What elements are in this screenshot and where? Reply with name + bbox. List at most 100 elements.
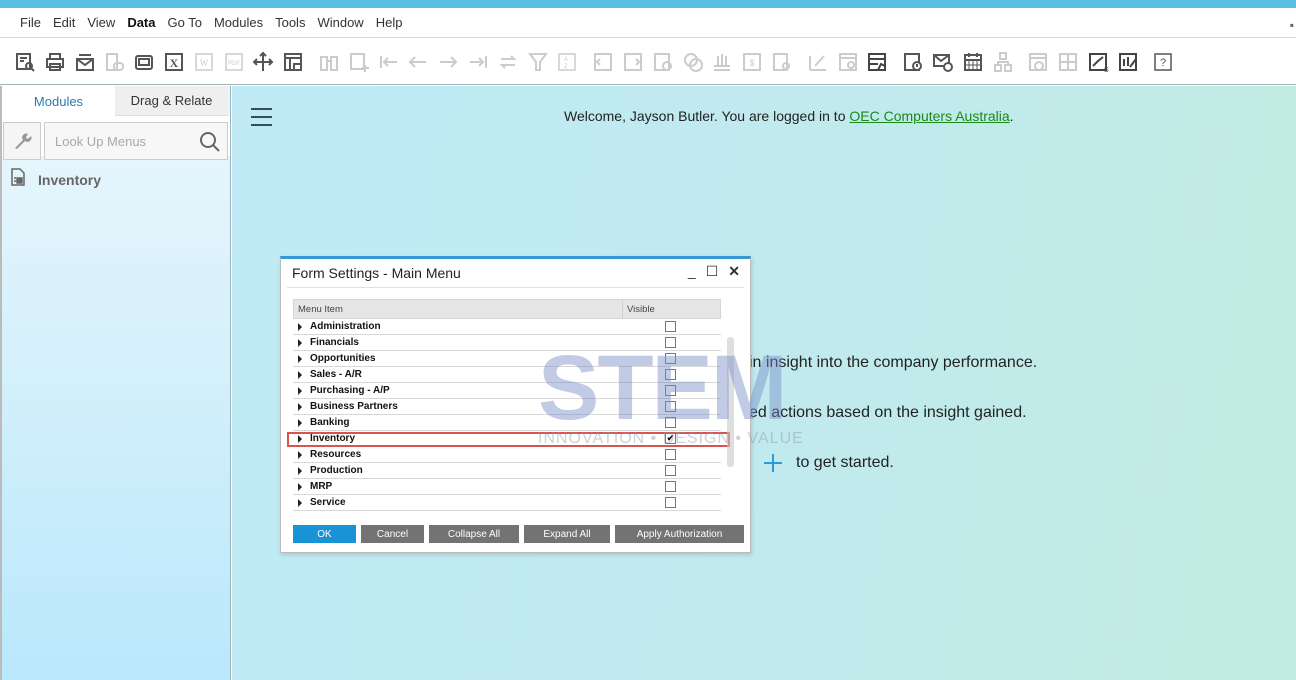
- expand-arrow-icon[interactable]: [298, 418, 302, 427]
- menu-help[interactable]: Help: [376, 15, 403, 30]
- preview-icon[interactable]: [14, 51, 36, 73]
- move-icon[interactable]: [252, 51, 274, 73]
- expand-arrow-icon[interactable]: [298, 434, 302, 443]
- ok-button[interactable]: OK: [293, 525, 356, 543]
- expand-arrow-icon[interactable]: [298, 482, 302, 491]
- minimize-icon[interactable]: _: [688, 263, 696, 280]
- wrench-icon[interactable]: [3, 122, 41, 160]
- org-chart-icon: [992, 51, 1014, 73]
- menu-file[interactable]: File: [20, 15, 41, 30]
- dialog-title: Form Settings - Main Menu: [292, 265, 461, 281]
- intro-line-1: in insight into the company performance.: [749, 354, 1038, 371]
- menu-item-row[interactable]: Administration: [293, 319, 721, 335]
- menu-item-row[interactable]: Resources: [293, 447, 721, 463]
- menu-item-row[interactable]: Purchasing - A/P: [293, 383, 721, 399]
- menu-item-row[interactable]: MRP: [293, 479, 721, 495]
- menu-item-row[interactable]: Opportunities: [293, 351, 721, 367]
- expand-arrow-icon[interactable]: [298, 338, 302, 347]
- company-link[interactable]: OEC Computers Australia: [849, 108, 1009, 124]
- sms-icon: [103, 51, 125, 73]
- dialog-buttons: OK Cancel Collapse All Expand All Apply …: [293, 525, 744, 543]
- expand-arrow-icon[interactable]: [298, 370, 302, 379]
- welcome-message: Welcome, Jayson Butler. You are logged i…: [564, 108, 1014, 124]
- email-icon[interactable]: [74, 51, 96, 73]
- cancel-button[interactable]: Cancel: [361, 525, 424, 543]
- tab-modules[interactable]: Modules: [2, 86, 115, 116]
- visible-checkbox[interactable]: [665, 337, 676, 348]
- svg-text:Z: Z: [564, 64, 568, 70]
- visible-checkbox[interactable]: [665, 321, 676, 332]
- form-settings-dialog: Form Settings - Main Menu _ ☐ ✕ Menu Ite…: [280, 256, 751, 553]
- toolbar: X W PDF AZ $ S ?: [0, 39, 1296, 85]
- menu-item-row[interactable]: Production: [293, 463, 721, 479]
- apply-authorization-button[interactable]: Apply Authorization: [615, 525, 744, 543]
- visible-checkbox[interactable]: [665, 449, 676, 460]
- visible-checkbox[interactable]: [665, 497, 676, 508]
- menu-tools[interactable]: Tools: [275, 15, 305, 30]
- next-record-icon: [437, 51, 459, 73]
- grid-header: Menu Item Visible: [293, 299, 721, 319]
- grid-scrollbar[interactable]: [727, 337, 734, 467]
- menu-item-row[interactable]: Banking: [293, 415, 721, 431]
- svg-text:?: ?: [1160, 57, 1166, 69]
- excel-icon[interactable]: X: [163, 51, 185, 73]
- visible-checkbox[interactable]: [665, 369, 676, 380]
- menu-window[interactable]: Window: [317, 15, 363, 30]
- sidebar: Modules Drag & Relate Inventory: [0, 86, 231, 680]
- lookup-menus-input[interactable]: [55, 133, 195, 149]
- help-icon[interactable]: ?: [1152, 51, 1174, 73]
- menu-view[interactable]: View: [87, 15, 115, 30]
- expand-arrow-icon[interactable]: [298, 466, 302, 475]
- tab-drag-relate[interactable]: Drag & Relate: [115, 86, 228, 116]
- menu-item-label: Production: [310, 465, 363, 476]
- expand-arrow-icon[interactable]: [298, 450, 302, 459]
- collapse-all-button[interactable]: Collapse All: [429, 525, 519, 543]
- visible-checkbox[interactable]: [665, 401, 676, 412]
- visible-checkbox[interactable]: [665, 353, 676, 364]
- menu-item-row[interactable]: Sales - A/R: [293, 367, 721, 383]
- report-edit-icon[interactable]: [1117, 51, 1139, 73]
- expand-arrow-icon[interactable]: [298, 386, 302, 395]
- module-inventory[interactable]: Inventory: [2, 156, 230, 191]
- alerts-icon[interactable]: [902, 51, 924, 73]
- window-restore-icon[interactable]: ▪: [1290, 18, 1294, 32]
- visible-checkbox[interactable]: [665, 417, 676, 428]
- customize-form-icon[interactable]: [866, 51, 888, 73]
- visible-checkbox[interactable]: [665, 465, 676, 476]
- menu-edit[interactable]: Edit: [53, 15, 75, 30]
- expand-all-button[interactable]: Expand All: [524, 525, 610, 543]
- intro-line-3: to get started.: [796, 454, 894, 471]
- column-menu-item[interactable]: Menu Item: [294, 300, 623, 318]
- close-icon[interactable]: ✕: [728, 263, 740, 280]
- column-visible[interactable]: Visible: [623, 304, 655, 315]
- expand-arrow-icon[interactable]: [298, 322, 302, 331]
- visible-checkbox[interactable]: ✔: [665, 433, 676, 444]
- menu-data[interactable]: Data: [127, 15, 155, 30]
- expand-arrow-icon[interactable]: [298, 354, 302, 363]
- intro-line-2: ed actions based on the insight gained.: [749, 404, 1027, 421]
- hamburger-menu-icon[interactable]: [251, 108, 273, 126]
- lock-screen-icon[interactable]: [282, 51, 304, 73]
- menu-item-row[interactable]: Inventory ✔: [293, 431, 721, 447]
- visible-checkbox[interactable]: [665, 481, 676, 492]
- add-widget-icon[interactable]: [762, 452, 784, 474]
- expand-arrow-icon[interactable]: [298, 402, 302, 411]
- visible-checkbox[interactable]: [665, 385, 676, 396]
- menu-item-row[interactable]: Financials: [293, 335, 721, 351]
- svg-text:W: W: [200, 58, 209, 68]
- fax-icon[interactable]: [133, 51, 155, 73]
- menu-modules[interactable]: Modules: [214, 15, 263, 30]
- menu-item-label: Purchasing - A/P: [310, 385, 390, 396]
- menu-goto[interactable]: Go To: [168, 15, 202, 30]
- maximize-icon[interactable]: ☐: [706, 263, 719, 280]
- calendar-icon[interactable]: [962, 51, 984, 73]
- menu-item-row[interactable]: Business Partners: [293, 399, 721, 415]
- payment-means-icon: [652, 51, 674, 73]
- menu-item-row[interactable]: Service: [293, 495, 721, 511]
- analytics-icon[interactable]: S: [1087, 51, 1109, 73]
- search-icon[interactable]: [198, 130, 222, 157]
- find-icon: [318, 51, 340, 73]
- messages-icon[interactable]: [932, 51, 954, 73]
- expand-arrow-icon[interactable]: [298, 498, 302, 507]
- print-icon[interactable]: [44, 51, 66, 73]
